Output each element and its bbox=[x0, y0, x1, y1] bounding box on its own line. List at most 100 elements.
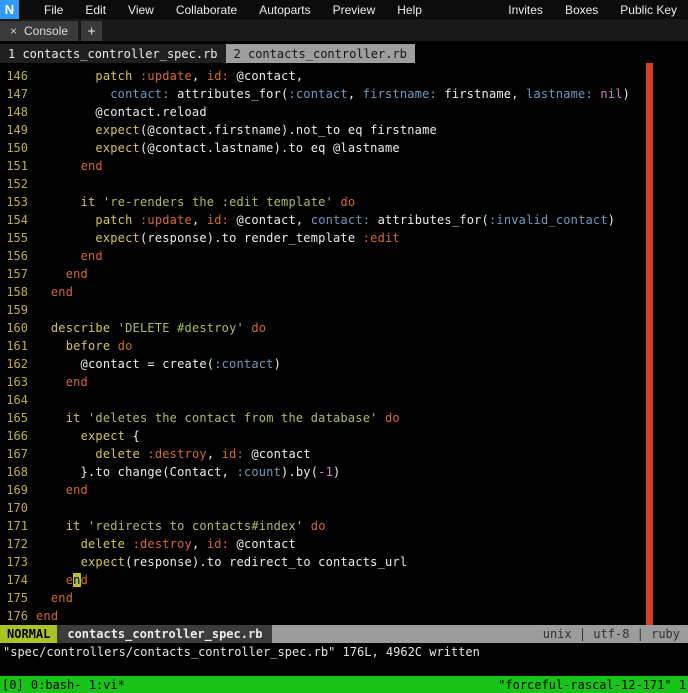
line-number: 169 bbox=[6, 483, 28, 497]
code-line[interactable]: 162 @contact = create(:contact) bbox=[0, 355, 688, 373]
code-line[interactable]: 176 end bbox=[0, 607, 688, 625]
menu-item-preview[interactable]: Preview bbox=[322, 3, 387, 17]
code-line[interactable]: 160 describe 'DELETE #destroy' do bbox=[0, 319, 688, 337]
code-line[interactable]: 149 expect(@contact.firstname).not_to eq… bbox=[0, 121, 688, 139]
code-text: @contact.reload bbox=[36, 105, 207, 119]
code-text: end bbox=[65, 267, 88, 281]
vim-command-line: "spec/controllers/contacts_controller_sp… bbox=[3, 645, 480, 659]
app-logo[interactable]: N bbox=[0, 0, 19, 19]
code-line[interactable]: 166 expect { bbox=[0, 427, 688, 445]
menubar: N File Edit View Collaborate Autoparts Previe… bbox=[0, 0, 688, 19]
menu-item-help[interactable]: Help bbox=[386, 3, 433, 17]
tmux-status-bar: [0] 0:bash- 1:vi* "forceful-rascal-12-17… bbox=[0, 676, 688, 693]
line-number: 157 bbox=[6, 267, 28, 281]
line-number: 150 bbox=[6, 141, 28, 155]
menu-item-view[interactable]: View bbox=[117, 3, 165, 17]
code-line[interactable]: 147 contact: attributes_for(:contact, fi… bbox=[0, 85, 688, 103]
code-text: expect(@contact.lastname).to eq @lastnam… bbox=[95, 141, 400, 155]
code-line[interactable]: 148 @contact.reload bbox=[0, 103, 688, 121]
code-line[interactable]: 161 before do bbox=[0, 337, 688, 355]
line-number: 147 bbox=[6, 87, 28, 101]
code-text: end bbox=[50, 285, 74, 299]
tmux-session-info: "forceful-rascal-12-171" 1 bbox=[498, 677, 686, 692]
statusline-spacer bbox=[272, 625, 534, 643]
code-line[interactable]: 152 bbox=[0, 175, 688, 193]
statusline-fileinfo: unix | utf-8 | ruby bbox=[542, 627, 680, 641]
code-text: expect(response).to render_template :edi… bbox=[95, 231, 400, 245]
menu-item-edit[interactable]: Edit bbox=[74, 3, 117, 17]
line-number: 176 bbox=[6, 609, 28, 623]
code-line[interactable]: 170 bbox=[0, 499, 688, 517]
code-line[interactable]: 173 expect(response).to redirect_to cont… bbox=[0, 553, 688, 571]
code-line[interactable]: 174 end bbox=[0, 571, 688, 589]
line-number: 153 bbox=[6, 195, 28, 209]
code-line[interactable]: 167 delete :destroy, id: @contact bbox=[0, 445, 688, 463]
code-text: @contact = create(:contact) bbox=[36, 357, 282, 371]
line-number: 158 bbox=[6, 285, 28, 299]
new-console-tab-button[interactable]: + bbox=[81, 21, 103, 41]
terminal-gap bbox=[0, 661, 688, 676]
line-number: 174 bbox=[6, 573, 28, 587]
menu-item-invites[interactable]: Invites bbox=[497, 3, 554, 17]
tmux-window-list: [0] 0:bash- 1:vi* bbox=[2, 677, 125, 692]
code-line[interactable]: 155 expect(response).to render_template … bbox=[0, 229, 688, 247]
code-editor[interactable]: 146 patch :update, id: @contact, 147 cont… bbox=[0, 63, 688, 625]
code-text: end bbox=[65, 483, 88, 497]
line-number: 155 bbox=[6, 231, 28, 245]
code-line[interactable]: 172 delete :destroy, id: @contact bbox=[0, 535, 688, 553]
line-number: 170 bbox=[6, 501, 28, 515]
code-line[interactable]: 163 end bbox=[0, 373, 688, 391]
close-icon[interactable]: × bbox=[10, 25, 17, 37]
menu-item-autoparts[interactable]: Autoparts bbox=[248, 3, 321, 17]
mode-indicator: NORMAL bbox=[0, 625, 58, 643]
line-number: 161 bbox=[6, 339, 28, 353]
code-text: patch :update, id: @contact, contact: at… bbox=[95, 213, 616, 227]
menu-item-collaborate[interactable]: Collaborate bbox=[165, 3, 248, 17]
vim-tabline: 1 contacts_controller_spec.rb 2 contacts_… bbox=[0, 44, 688, 63]
code-text: end bbox=[80, 159, 103, 173]
code-line[interactable]: 159 bbox=[0, 301, 688, 319]
code-line[interactable]: 156 end bbox=[0, 247, 688, 265]
menu-item-file[interactable]: File bbox=[33, 3, 74, 17]
line-number: 146 bbox=[6, 69, 28, 83]
console-tab[interactable]: × Console bbox=[0, 21, 79, 41]
vim-tab[interactable]: 2 contacts_controller.rb bbox=[225, 44, 415, 63]
code-line[interactable]: 164 bbox=[0, 391, 688, 409]
line-number: 156 bbox=[6, 249, 28, 263]
code-line[interactable]: 158 end bbox=[0, 283, 688, 301]
code-text: expect { bbox=[80, 429, 140, 443]
line-number: 165 bbox=[6, 411, 28, 425]
code-line[interactable]: 175 end bbox=[0, 589, 688, 607]
vim-tab[interactable]: 1 contacts_controller_spec.rb bbox=[0, 44, 226, 63]
code-line[interactable]: 157 end bbox=[0, 265, 688, 283]
console-tab-bar: × Console + bbox=[0, 19, 688, 41]
code-text: patch :update, id: @contact, bbox=[95, 69, 304, 83]
menu-item-public-key[interactable]: Public Key bbox=[609, 3, 688, 17]
code-line[interactable]: 154 patch :update, id: @contact, contact… bbox=[0, 211, 688, 229]
code-line[interactable]: 150 expect(@contact.lastname).to eq @las… bbox=[0, 139, 688, 157]
line-number: 160 bbox=[6, 321, 28, 335]
code-text: }.to change(Contact, :count).by(-1) bbox=[36, 465, 341, 479]
line-number: 159 bbox=[6, 303, 28, 317]
code-text: it 'deletes the contact from the databas… bbox=[65, 411, 400, 425]
code-line[interactable]: 153 it 're-renders the :edit template' d… bbox=[0, 193, 688, 211]
code-line[interactable]: 169 end bbox=[0, 481, 688, 499]
menu-item-boxes[interactable]: Boxes bbox=[554, 3, 609, 17]
code-text: contact: attributes_for(:contact, firstn… bbox=[110, 87, 631, 101]
code-text: end bbox=[36, 609, 59, 623]
line-number: 166 bbox=[6, 429, 28, 443]
code-line[interactable]: 151 end bbox=[0, 157, 688, 175]
console-tab-label: Console bbox=[24, 24, 69, 38]
line-number: 162 bbox=[6, 357, 28, 371]
code-line[interactable]: 165 it 'deletes the contact from the dat… bbox=[0, 409, 688, 427]
code-line[interactable]: 168 }.to change(Contact, :count).by(-1) bbox=[0, 463, 688, 481]
code-text: end bbox=[65, 573, 89, 587]
cursor-block: n bbox=[73, 573, 81, 587]
code-text: delete :destroy, id: @contact bbox=[80, 537, 296, 551]
line-number: 167 bbox=[6, 447, 28, 461]
code-line[interactable]: 171 it 'redirects to contacts#index' do bbox=[0, 517, 688, 535]
line-number: 173 bbox=[6, 555, 28, 569]
vim-statusline: NORMAL contacts_controller_spec.rb unix … bbox=[0, 625, 688, 643]
code-text: it 're-renders the :edit template' do bbox=[80, 195, 356, 209]
code-line[interactable]: 146 patch :update, id: @contact, bbox=[0, 67, 688, 85]
